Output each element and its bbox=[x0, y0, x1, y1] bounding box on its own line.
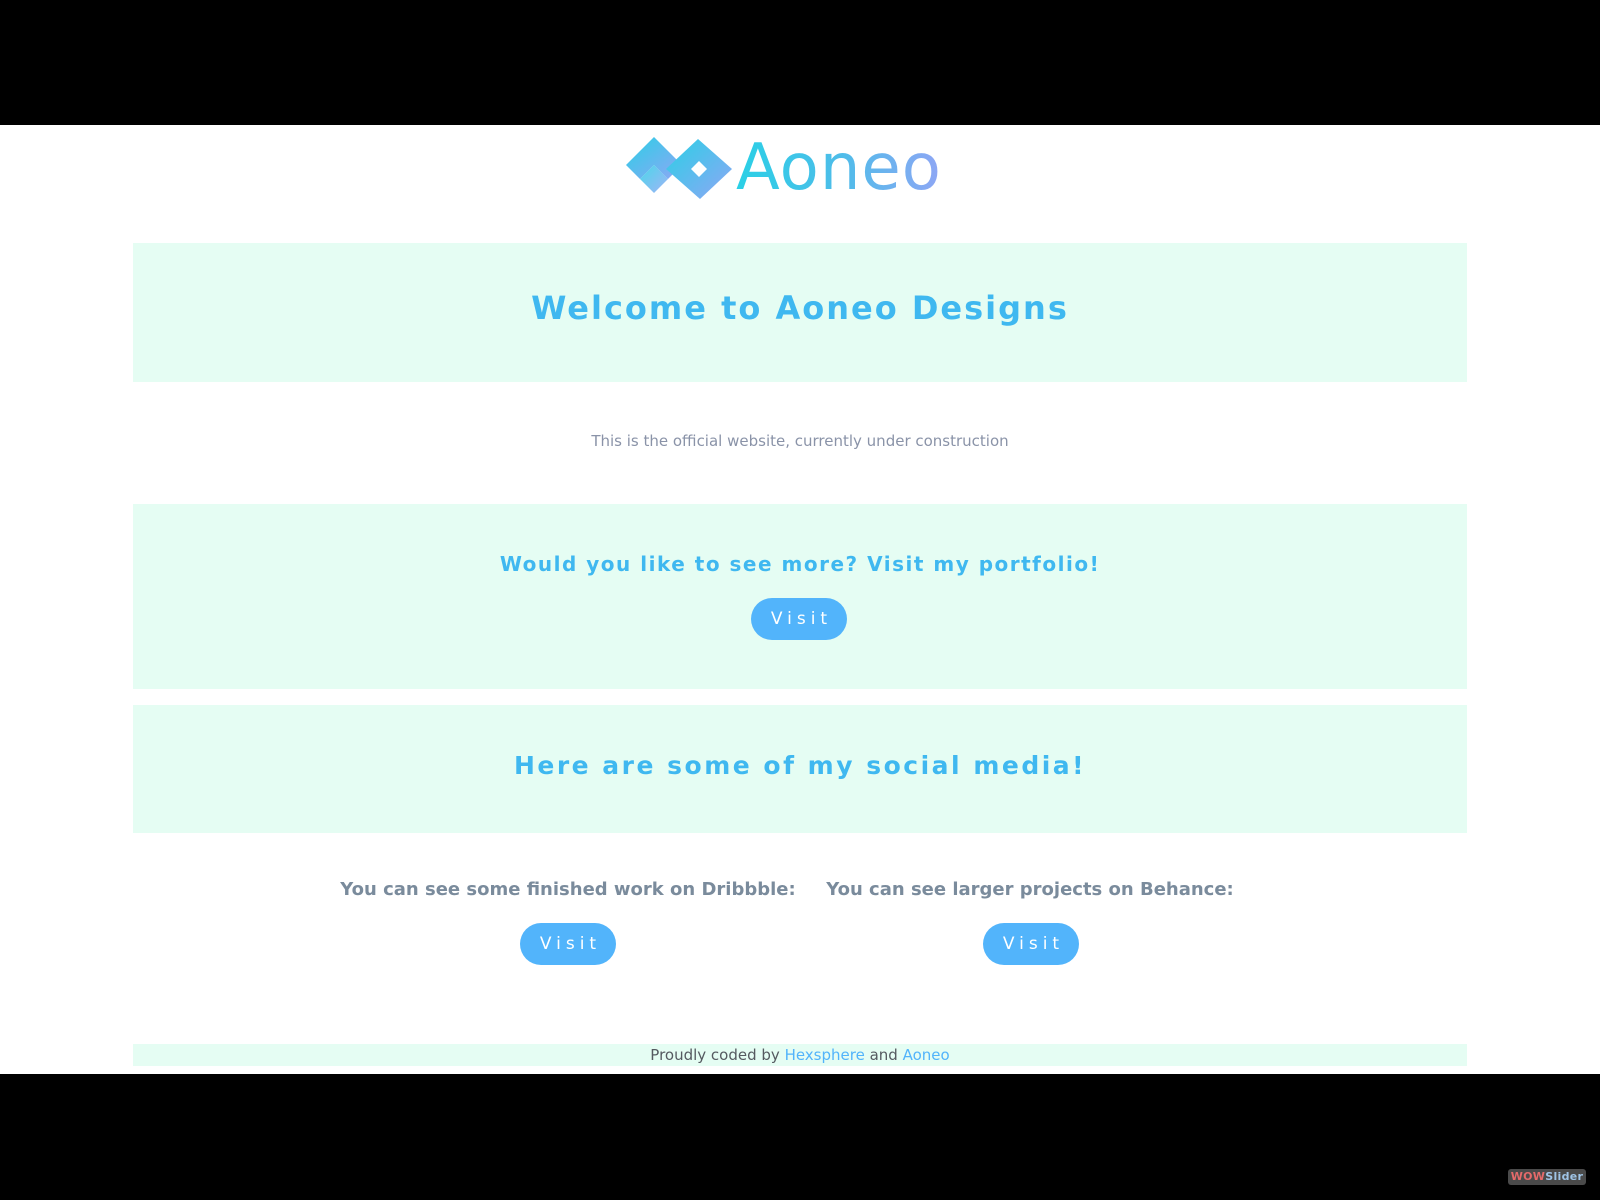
behance-text: You can see larger projects on Behance: bbox=[826, 879, 1234, 900]
portfolio-band: Would you like to see more? Visit my por… bbox=[133, 504, 1467, 689]
wowslider-watermark[interactable]: WOWSlider bbox=[1508, 1169, 1586, 1185]
portfolio-visit-button[interactable]: Visit bbox=[751, 598, 847, 640]
footer: Proudly coded by Hexsphere and Aoneo bbox=[133, 1044, 1467, 1066]
page-subtitle: This is the official website, currently … bbox=[591, 432, 1009, 450]
letterbox-bottom bbox=[0, 1074, 1600, 1200]
logo[interactable]: Aoneo bbox=[624, 133, 942, 203]
logo-mark-icon bbox=[626, 137, 732, 199]
footer-text: Proudly coded by Hexsphere and Aoneo bbox=[133, 1044, 1467, 1066]
footer-prefix: Proudly coded by bbox=[650, 1046, 780, 1064]
watermark-part2: Slider bbox=[1545, 1170, 1584, 1183]
footer-link-hexsphere[interactable]: Hexsphere bbox=[785, 1046, 865, 1064]
dribbble-text: You can see some finished work on Dribbb… bbox=[340, 879, 796, 900]
footer-joiner: and bbox=[869, 1046, 898, 1064]
hero-band: Welcome to Aoneo Designs bbox=[133, 243, 1467, 382]
logo-wordmark: Aoneo bbox=[736, 131, 942, 205]
footer-link-aoneo[interactable]: Aoneo bbox=[903, 1046, 950, 1064]
behance-visit-button[interactable]: Visit bbox=[983, 923, 1079, 965]
page: Aoneo Welcome to Aoneo Designs This is t… bbox=[0, 125, 1600, 1074]
hero-title: Welcome to Aoneo Designs bbox=[531, 289, 1069, 327]
letterbox-top bbox=[0, 0, 1600, 125]
social-band: Here are some of my social media! bbox=[133, 705, 1467, 833]
social-title: Here are some of my social media! bbox=[513, 751, 1087, 780]
watermark-part1: WOW bbox=[1510, 1170, 1546, 1183]
dribbble-visit-button[interactable]: Visit bbox=[520, 923, 616, 965]
portfolio-title: Would you like to see more? Visit my por… bbox=[499, 552, 1101, 576]
